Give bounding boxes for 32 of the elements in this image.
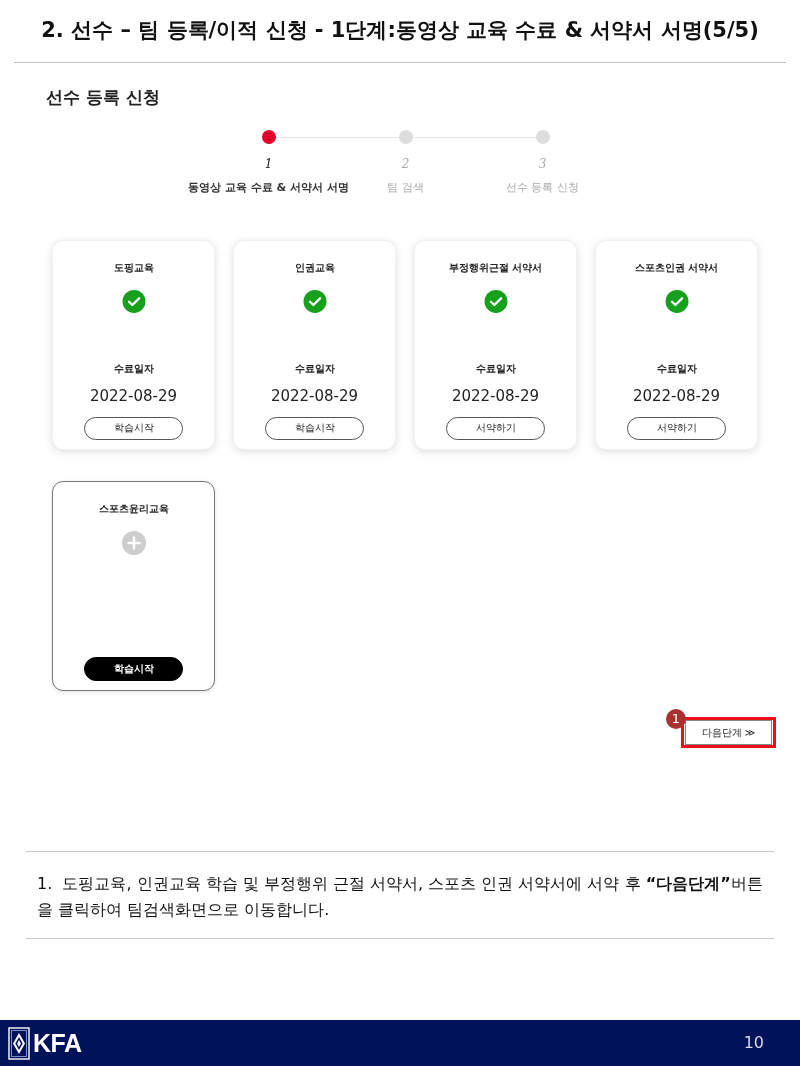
completion-date-label: 수료일자 (113, 361, 154, 376)
step-label: 팀 검색 (387, 180, 424, 196)
section-title: 선수 등록 신청 (46, 86, 160, 109)
completion-date: 2022-08-29 (89, 385, 178, 406)
completion-date-label: 수료일자 (656, 361, 697, 376)
callout-badge: 1 (666, 709, 686, 729)
completion-date: 2022-08-29 (451, 385, 540, 406)
start-button[interactable]: 학습시작 (84, 657, 183, 681)
card-title: 도핑교육 (113, 261, 154, 275)
step-label: 선수 등록 신청 (506, 180, 579, 196)
card-title: 스포츠윤리교육 (98, 502, 169, 516)
card-title: 스포츠인권 서약서 (634, 261, 719, 275)
step-label: 동영상 교육 수료 & 서약서 서명 (188, 180, 349, 196)
emblem-icon (8, 1026, 30, 1060)
card-action-button[interactable]: 학습시작 (84, 416, 183, 440)
step-number: 3 (538, 156, 547, 172)
completion-date-label: 수료일자 (475, 361, 516, 376)
instruction-text: 1. 도핑교육, 인권교육 학습 및 부정행위 근절 서약서, 스포츠 인권 서약서에 서약 후 “다음단계”버튼을 클릭하여 팀검색화면으로 이동합니다. (37, 873, 763, 921)
card-action-button[interactable]: 서약하기 (627, 416, 726, 440)
card-action-button[interactable]: 학습시작 (265, 416, 364, 440)
completion-date-label: 수료일자 (294, 361, 335, 376)
page-title: 2. 선수 – 팀 등록/이적 신청 - 1단계:동영상 교육 수료 & 서약서 서명(5/5) (40, 17, 760, 44)
logo-text: KFA (33, 1030, 82, 1056)
page-number: 10 (743, 1032, 764, 1054)
card-title: 부정행위근절 서약서 (448, 261, 543, 275)
step-number: 1 (264, 156, 273, 172)
completion-date: 2022-08-29 (632, 385, 721, 406)
next-step-button[interactable]: 다음단계 ≫ (685, 720, 772, 745)
card-action-button[interactable]: 서약하기 (446, 416, 545, 440)
card-title: 인권교육 (294, 261, 335, 275)
step-number: 2 (401, 156, 410, 172)
completion-date: 2022-08-29 (270, 385, 359, 406)
